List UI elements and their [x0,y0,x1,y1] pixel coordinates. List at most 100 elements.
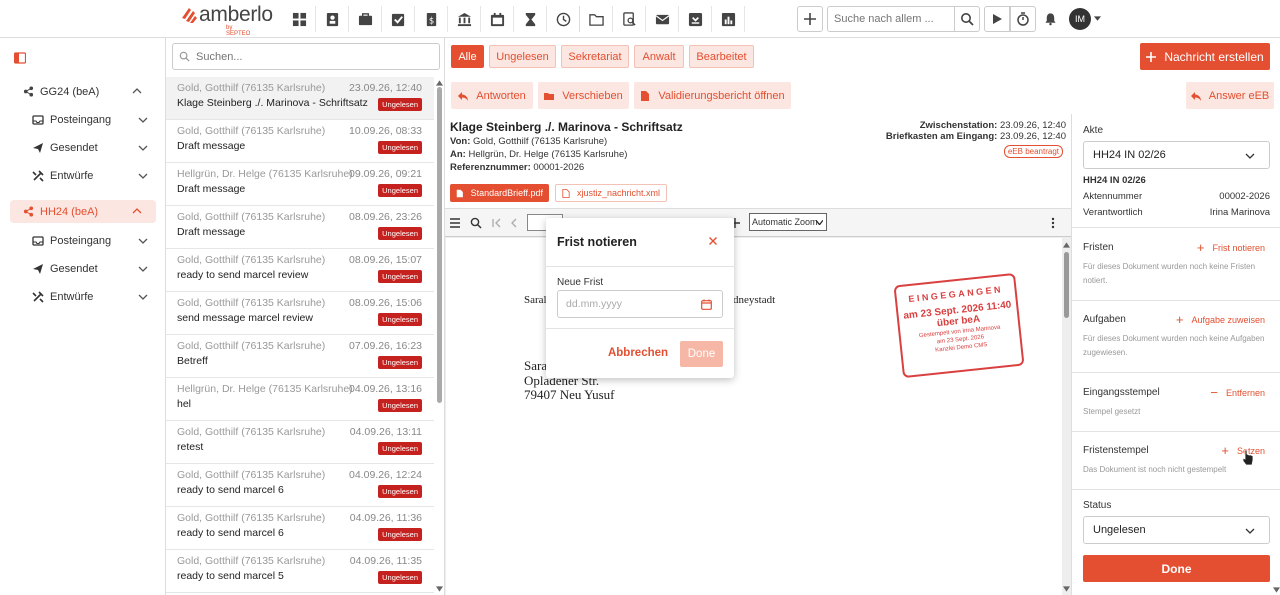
previous-page-icon[interactable] [508,217,520,229]
divider [1072,227,1280,228]
scroll-up-arrow-icon[interactable] [1063,242,1070,248]
list-item[interactable]: Gold, Gotthilf (76135 Karlsruhe) 10.09.2… [166,120,434,163]
sidebar-menu-icon[interactable] [449,217,461,229]
caret-down-icon[interactable] [1094,16,1101,21]
assign-task-button[interactable]: + Aufgabe zuweisen [1176,312,1265,327]
status-select[interactable]: Ungelesen [1083,516,1270,544]
filter-bearbeitet[interactable]: Bearbeitet [689,45,754,68]
divider [546,266,734,267]
list-item[interactable]: Gold, Gotthilf (76135 Karlsruhe) 08.09.2… [166,292,434,335]
list-item[interactable]: Gold, Gotthilf (76135 Karlsruhe) 04.09.2… [166,421,434,464]
sidebar-item-gesendet[interactable]: Gesendet [32,259,156,279]
contacts-icon[interactable] [316,6,349,32]
global-search-button[interactable] [954,6,980,32]
filter-unread[interactable]: Ungelesen [489,45,556,68]
filter-sekretariat[interactable]: Sekretariat [561,45,629,68]
filter-anwalt[interactable]: Anwalt [634,45,684,68]
bell-icon[interactable] [1044,12,1057,26]
folder-icon[interactable] [580,6,613,32]
dashboard-icon[interactable] [283,6,316,32]
list-item[interactable]: Gold, Gotthilf (76135 Karlsruhe) 04.09.2… [166,550,434,593]
global-search-input[interactable] [827,6,955,32]
calendar-icon[interactable] [701,299,712,310]
list-item[interactable]: Hellgrün, Dr. Helge (76135 Karlsruhe) 04… [166,378,434,421]
answer-eeb-button[interactable]: Answer eEB [1186,82,1274,109]
sidebar-toggle-icon[interactable] [14,52,26,64]
list-item[interactable]: Gold, Gotthilf (76135 Karlsruhe) 08.09.2… [166,249,434,292]
document-search-icon[interactable] [613,6,646,32]
sidebar-item-gesendet[interactable]: Gesendet [32,138,156,158]
draft-icon [32,170,44,182]
pdf-scrollbar-thumb[interactable] [1064,252,1069,318]
list-search-input[interactable] [172,43,440,70]
add-button[interactable] [797,6,823,32]
stopwatch-icon [1017,12,1029,26]
send-icon [33,264,43,274]
document-icon [641,90,650,101]
eingangsstempel-info: Stempel gesetzt [1083,407,1141,416]
draft-icon [32,291,44,303]
done-button[interactable]: Done [1083,555,1270,582]
more-vertical-icon[interactable] [1047,217,1059,229]
list-item[interactable]: Gold, Gotthilf (76135 Karlsruhe) 08.09.2… [166,206,434,249]
sidebar-item-posteingang[interactable]: Posteingang [32,231,156,251]
from-value: Gold, Gotthilf (76135 Karlsruhe) [473,136,608,147]
message-sender: Gold, Gotthilf (76135 Karlsruhe) [177,340,326,352]
invoice-icon[interactable]: $ [415,6,448,32]
reply-label: Antworten [476,89,526,102]
list-scrollbar-thumb[interactable] [437,87,442,403]
list-item[interactable]: Gold, Gotthilf (76135 Karlsruhe) 07.09.2… [166,335,434,378]
reply-button[interactable]: Antworten [451,82,533,109]
scroll-up-arrow-icon[interactable] [436,80,443,86]
message-date: 09.09.26, 09:21 [349,168,422,180]
tasks-icon[interactable] [382,6,415,32]
cancel-button[interactable]: Abbrechen [608,341,668,365]
sidebar-item-label: Posteingang [50,114,112,126]
message-subject: Betreff [177,355,208,367]
sidebar-group-gg24[interactable]: GG24 (beA) [10,80,156,103]
play-timer-button[interactable] [984,6,1010,32]
zoom-select[interactable]: Automatic Zoom [749,213,827,231]
done-button[interactable]: Done [680,341,723,367]
message-subject: hel [177,398,192,410]
sidebar-group-label: GG24 (beA) [40,85,100,98]
plus-icon: + [1175,312,1184,327]
calendar-icon[interactable] [481,6,514,32]
reports-icon[interactable] [712,6,745,32]
history-icon[interactable] [547,6,580,32]
stopwatch-button[interactable] [1010,6,1036,32]
move-button[interactable]: Verschieben [538,82,629,109]
bank-icon[interactable] [448,6,481,32]
remove-stamp-button[interactable]: − Entfernen [1210,385,1265,400]
search-icon[interactable] [470,217,482,229]
user-avatar[interactable]: IM [1069,8,1091,30]
filter-all[interactable]: Alle [451,45,484,68]
zw-value: 23.09.26, 12:40 [999,120,1066,131]
briefcase-icon[interactable] [349,6,382,32]
scroll-down-arrow-icon[interactable] [1273,587,1280,593]
deadline-date-input[interactable]: dd.mm.yyyy [557,290,723,318]
sidebar-group-hh24[interactable]: HH24 (beA) [10,200,156,223]
first-page-icon[interactable] [491,217,503,229]
validation-report-button[interactable]: Validierungsbericht öffnen [634,82,791,109]
list-item[interactable]: Hellgrün, Dr. Helge (76135 Karlsruhe) 09… [166,163,434,206]
move-label: Verschieben [562,89,623,102]
list-item[interactable]: Gold, Gotthilf (76135 Karlsruhe) 23.09.2… [166,77,434,120]
list-item[interactable]: Gold, Gotthilf (76135 Karlsruhe) 04.09.2… [166,464,434,507]
akte-select[interactable]: HH24 IN 02/26 [1083,141,1270,169]
sidebar-item-entwuerfe[interactable]: Entwürfe [32,166,156,186]
bea-inbox-icon[interactable] [679,6,712,32]
add-deadline-button[interactable]: + Frist notieren [1197,240,1265,255]
new-message-button[interactable]: Nachricht erstellen [1140,43,1270,70]
scroll-down-arrow-icon[interactable] [1063,586,1070,592]
attachment-pdf[interactable]: StandardBrieff.pdf [450,184,549,202]
scroll-down-arrow-icon[interactable] [436,586,443,592]
sidebar-item-posteingang[interactable]: Posteingang [32,110,156,130]
hourglass-icon[interactable] [514,6,547,32]
sidebar-item-entwuerfe[interactable]: Entwürfe [32,287,156,307]
list-item[interactable]: Gold, Gotthilf (76135 Karlsruhe) 04.09.2… [166,507,434,550]
folder-move-icon [544,92,555,100]
attachment-xml[interactable]: xjustiz_nachricht.xml [555,184,667,202]
close-icon[interactable] [708,236,718,246]
mail-icon[interactable] [646,6,679,32]
